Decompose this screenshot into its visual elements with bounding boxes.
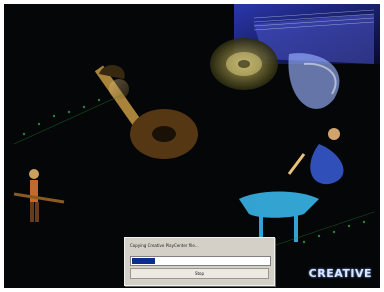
cancel-button[interactable]: Stop bbox=[130, 268, 269, 279]
install-progress-dialog: Copying Creative PlayCenter file... Stop bbox=[124, 237, 275, 286]
install-progress-bar bbox=[130, 256, 271, 266]
creative-logo-text: CREATIVE bbox=[308, 266, 372, 280]
splash-artwork: CREATIVE Copying Creative PlayCenter fil… bbox=[4, 4, 380, 288]
creative-logo: CREATIVE bbox=[302, 266, 372, 280]
install-progress-fill bbox=[132, 258, 156, 264]
install-status-text: Copying Creative PlayCenter file... bbox=[130, 243, 199, 248]
installer-window: CREATIVE Copying Creative PlayCenter fil… bbox=[0, 0, 384, 292]
